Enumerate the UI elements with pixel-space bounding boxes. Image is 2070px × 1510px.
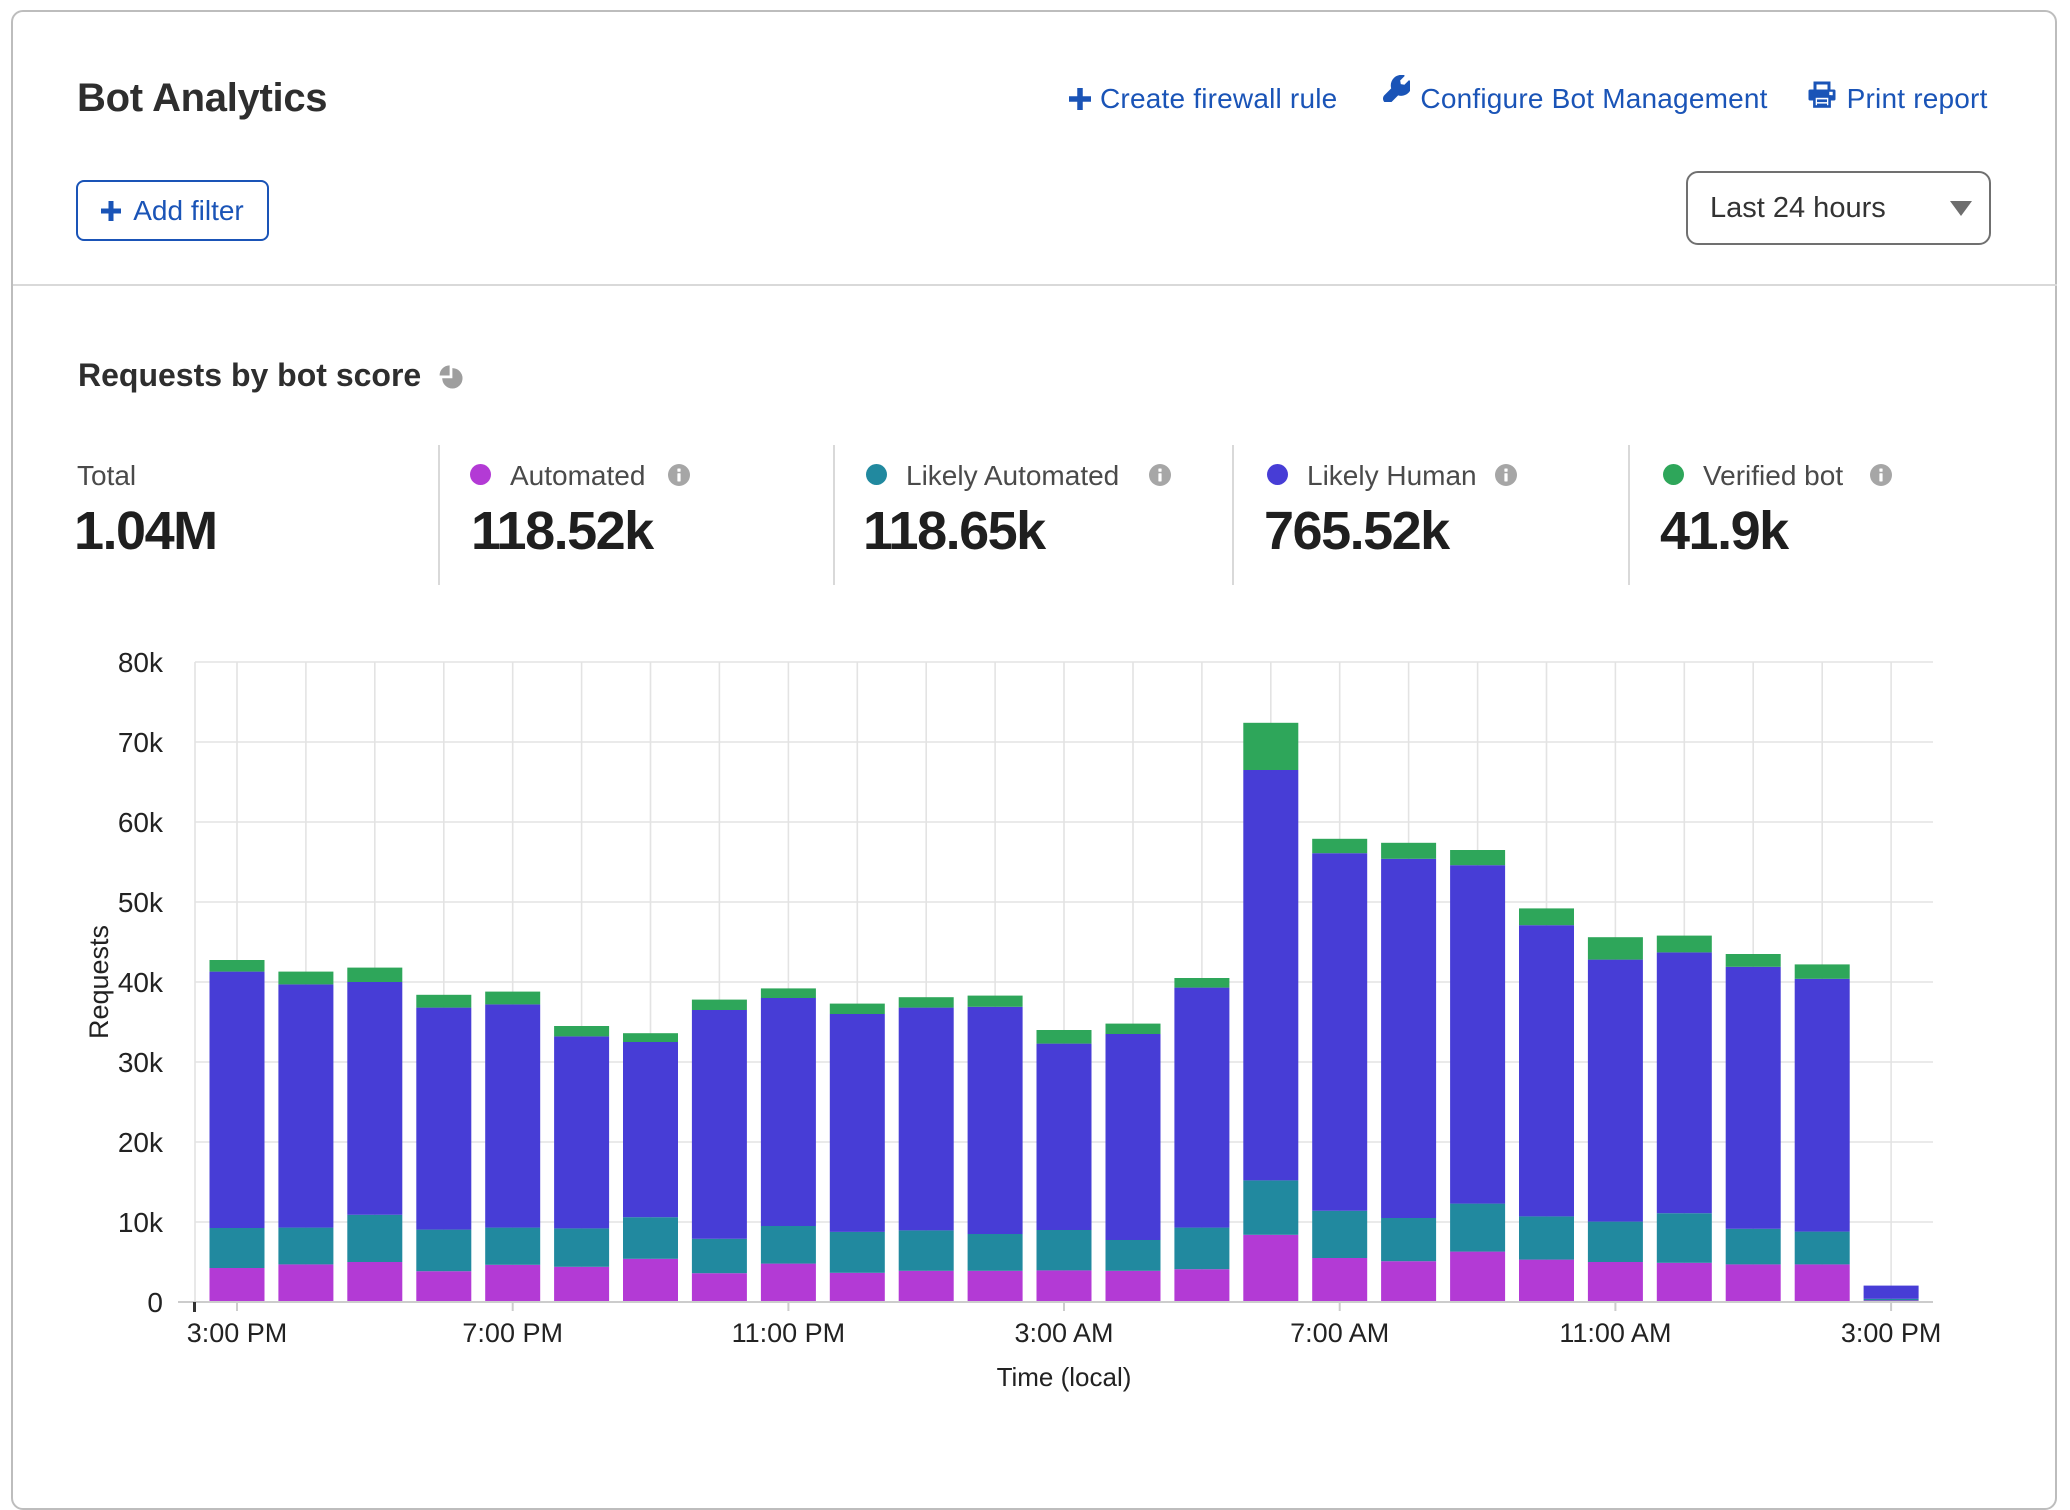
svg-text:Requests: Requests [84,925,114,1039]
svg-text:Time (local): Time (local) [997,1362,1132,1392]
svg-text:70k: 70k [118,727,164,758]
svg-text:3:00 PM: 3:00 PM [1841,1318,1942,1348]
svg-text:50k: 50k [118,887,164,918]
svg-text:60k: 60k [118,807,164,838]
svg-text:80k: 80k [118,647,164,678]
svg-text:11:00 PM: 11:00 PM [732,1318,846,1348]
svg-text:20k: 20k [118,1127,164,1158]
svg-text:10k: 10k [118,1207,164,1238]
svg-text:30k: 30k [118,1047,164,1078]
svg-text:7:00 AM: 7:00 AM [1290,1318,1389,1348]
svg-text:40k: 40k [118,967,164,998]
svg-text:11:00 AM: 11:00 AM [1559,1318,1671,1348]
svg-text:3:00 PM: 3:00 PM [187,1318,288,1348]
svg-text:7:00 PM: 7:00 PM [462,1318,563,1348]
svg-text:3:00 AM: 3:00 AM [1014,1318,1113,1348]
svg-text:0: 0 [147,1287,163,1318]
